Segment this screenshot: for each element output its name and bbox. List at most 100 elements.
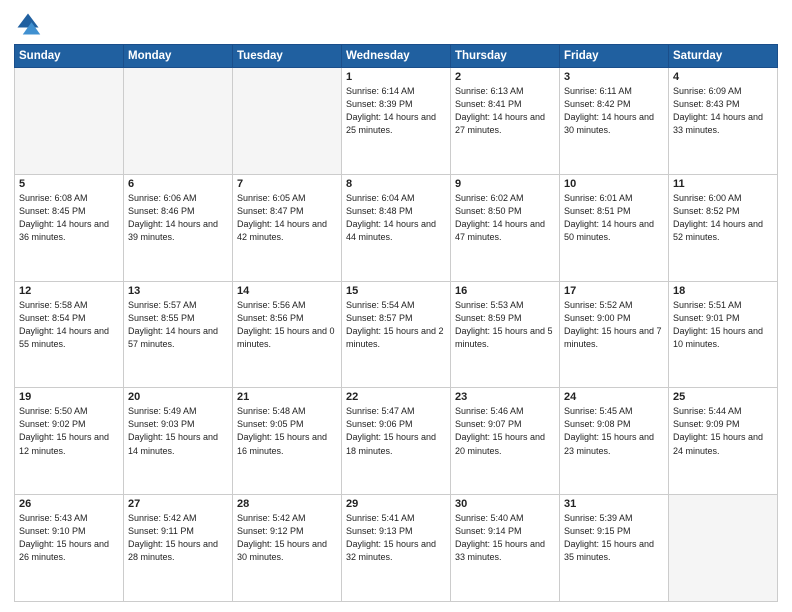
calendar-cell: 2 Sunrise: 6:13 AMSunset: 8:41 PMDaylight… xyxy=(451,68,560,175)
day-info: Sunrise: 6:13 AMSunset: 8:41 PMDaylight:… xyxy=(455,85,555,137)
calendar-cell: 6 Sunrise: 6:06 AMSunset: 8:46 PMDaylight… xyxy=(124,174,233,281)
calendar-cell: 12 Sunrise: 5:58 AMSunset: 8:54 PMDayligh… xyxy=(15,281,124,388)
calendar-cell xyxy=(15,68,124,175)
calendar-week-3: 12 Sunrise: 5:58 AMSunset: 8:54 PMDayligh… xyxy=(15,281,778,388)
calendar-cell: 31 Sunrise: 5:39 AMSunset: 9:15 PMDayligh… xyxy=(560,495,669,602)
calendar-cell: 18 Sunrise: 5:51 AMSunset: 9:01 PMDayligh… xyxy=(669,281,778,388)
day-info: Sunrise: 6:06 AMSunset: 8:46 PMDaylight:… xyxy=(128,192,228,244)
calendar-cell: 5 Sunrise: 6:08 AMSunset: 8:45 PMDaylight… xyxy=(15,174,124,281)
day-info: Sunrise: 5:49 AMSunset: 9:03 PMDaylight:… xyxy=(128,405,228,457)
day-number: 18 xyxy=(673,285,773,297)
day-number: 7 xyxy=(237,178,337,190)
calendar-cell: 14Sunrise: 5:56 AMSunset: 8:56 PMDayligh… xyxy=(233,281,342,388)
day-number: 17 xyxy=(564,285,664,297)
day-info: Sunrise: 5:58 AMSunset: 8:54 PMDaylight:… xyxy=(19,299,119,351)
day-info: Sunrise: 5:53 AMSunset: 8:59 PMDaylight:… xyxy=(455,299,555,351)
day-info: Sunrise: 5:42 AMSunset: 9:11 PMDaylight:… xyxy=(128,512,228,564)
day-number: 5 xyxy=(19,178,119,190)
day-info: Sunrise: 5:40 AMSunset: 9:14 PMDaylight:… xyxy=(455,512,555,564)
day-number: 27 xyxy=(128,498,228,510)
calendar-cell: 29Sunrise: 5:41 AMSunset: 9:13 PMDayligh… xyxy=(342,495,451,602)
day-number: 14 xyxy=(237,285,337,297)
calendar-cell: 7 Sunrise: 6:05 AMSunset: 8:47 PMDaylight… xyxy=(233,174,342,281)
day-info: Sunrise: 5:43 AMSunset: 9:10 PMDaylight:… xyxy=(19,512,119,564)
day-number: 1 xyxy=(346,71,446,83)
day-number: 22 xyxy=(346,391,446,403)
weekday-header-tuesday: Tuesday xyxy=(233,45,342,68)
day-number: 9 xyxy=(455,178,555,190)
calendar-cell: 3 Sunrise: 6:11 AMSunset: 8:42 PMDaylight… xyxy=(560,68,669,175)
weekday-header-thursday: Thursday xyxy=(451,45,560,68)
calendar-table: SundayMondayTuesdayWednesdayThursdayFrid… xyxy=(14,44,778,602)
calendar-cell: 22 Sunrise: 5:47 AMSunset: 9:06 PMDayligh… xyxy=(342,388,451,495)
calendar-cell: 9 Sunrise: 6:02 AMSunset: 8:50 PMDaylight… xyxy=(451,174,560,281)
day-number: 20 xyxy=(128,391,228,403)
day-info: Sunrise: 5:50 AMSunset: 9:02 PMDaylight:… xyxy=(19,405,119,457)
weekday-header-wednesday: Wednesday xyxy=(342,45,451,68)
calendar-cell: 13 Sunrise: 5:57 AMSunset: 8:55 PMDayligh… xyxy=(124,281,233,388)
day-info: Sunrise: 6:14 AMSunset: 8:39 PMDaylight:… xyxy=(346,85,446,137)
day-number: 31 xyxy=(564,498,664,510)
calendar-cell: 4 Sunrise: 6:09 AMSunset: 8:43 PMDaylight… xyxy=(669,68,778,175)
day-number: 4 xyxy=(673,71,773,83)
weekday-header-monday: Monday xyxy=(124,45,233,68)
calendar-cell: 30Sunrise: 5:40 AMSunset: 9:14 PMDayligh… xyxy=(451,495,560,602)
day-info: Sunrise: 5:46 AMSunset: 9:07 PMDaylight:… xyxy=(455,405,555,457)
header xyxy=(14,10,778,38)
calendar-cell: 24 Sunrise: 5:45 AMSunset: 9:08 PMDayligh… xyxy=(560,388,669,495)
day-info: Sunrise: 5:44 AMSunset: 9:09 PMDaylight:… xyxy=(673,405,773,457)
calendar-cell: 26 Sunrise: 5:43 AMSunset: 9:10 PMDayligh… xyxy=(15,495,124,602)
calendar-week-1: 1 Sunrise: 6:14 AMSunset: 8:39 PMDaylight… xyxy=(15,68,778,175)
day-number: 16 xyxy=(455,285,555,297)
day-number: 26 xyxy=(19,498,119,510)
calendar-cell: 16 Sunrise: 5:53 AMSunset: 8:59 PMDayligh… xyxy=(451,281,560,388)
calendar-cell: 28 Sunrise: 5:42 AMSunset: 9:12 PMDayligh… xyxy=(233,495,342,602)
day-number: 8 xyxy=(346,178,446,190)
day-number: 25 xyxy=(673,391,773,403)
day-info: Sunrise: 5:47 AMSunset: 9:06 PMDaylight:… xyxy=(346,405,446,457)
day-info: Sunrise: 6:08 AMSunset: 8:45 PMDaylight:… xyxy=(19,192,119,244)
day-number: 3 xyxy=(564,71,664,83)
day-number: 10 xyxy=(564,178,664,190)
page: SundayMondayTuesdayWednesdayThursdayFrid… xyxy=(0,0,792,612)
day-info: Sunrise: 5:52 AMSunset: 9:00 PMDaylight:… xyxy=(564,299,664,351)
calendar-cell: 21 Sunrise: 5:48 AMSunset: 9:05 PMDayligh… xyxy=(233,388,342,495)
calendar-cell: 1 Sunrise: 6:14 AMSunset: 8:39 PMDaylight… xyxy=(342,68,451,175)
calendar-cell xyxy=(233,68,342,175)
day-info: Sunrise: 5:57 AMSunset: 8:55 PMDaylight:… xyxy=(128,299,228,351)
day-info: Sunrise: 6:11 AMSunset: 8:42 PMDaylight:… xyxy=(564,85,664,137)
calendar-week-5: 26 Sunrise: 5:43 AMSunset: 9:10 PMDayligh… xyxy=(15,495,778,602)
day-info: Sunrise: 6:00 AMSunset: 8:52 PMDaylight:… xyxy=(673,192,773,244)
day-number: 6 xyxy=(128,178,228,190)
day-info: Sunrise: 5:45 AMSunset: 9:08 PMDaylight:… xyxy=(564,405,664,457)
calendar-cell: 19 Sunrise: 5:50 AMSunset: 9:02 PMDayligh… xyxy=(15,388,124,495)
day-number: 12 xyxy=(19,285,119,297)
day-info: Sunrise: 5:51 AMSunset: 9:01 PMDaylight:… xyxy=(673,299,773,351)
calendar-cell xyxy=(124,68,233,175)
day-info: Sunrise: 6:01 AMSunset: 8:51 PMDaylight:… xyxy=(564,192,664,244)
weekday-header-friday: Friday xyxy=(560,45,669,68)
day-info: Sunrise: 5:48 AMSunset: 9:05 PMDaylight:… xyxy=(237,405,337,457)
calendar-week-2: 5 Sunrise: 6:08 AMSunset: 8:45 PMDaylight… xyxy=(15,174,778,281)
day-info: Sunrise: 5:39 AMSunset: 9:15 PMDaylight:… xyxy=(564,512,664,564)
calendar-cell xyxy=(669,495,778,602)
day-number: 28 xyxy=(237,498,337,510)
day-info: Sunrise: 5:54 AMSunset: 8:57 PMDaylight:… xyxy=(346,299,446,351)
calendar-cell: 17 Sunrise: 5:52 AMSunset: 9:00 PMDayligh… xyxy=(560,281,669,388)
day-number: 21 xyxy=(237,391,337,403)
calendar-cell: 15Sunrise: 5:54 AMSunset: 8:57 PMDayligh… xyxy=(342,281,451,388)
day-number: 19 xyxy=(19,391,119,403)
day-number: 24 xyxy=(564,391,664,403)
day-number: 2 xyxy=(455,71,555,83)
calendar-cell: 11Sunrise: 6:00 AMSunset: 8:52 PMDayligh… xyxy=(669,174,778,281)
day-info: Sunrise: 5:42 AMSunset: 9:12 PMDaylight:… xyxy=(237,512,337,564)
logo xyxy=(14,10,46,38)
day-info: Sunrise: 6:09 AMSunset: 8:43 PMDaylight:… xyxy=(673,85,773,137)
calendar-week-4: 19 Sunrise: 5:50 AMSunset: 9:02 PMDayligh… xyxy=(15,388,778,495)
day-number: 29 xyxy=(346,498,446,510)
day-number: 13 xyxy=(128,285,228,297)
calendar-cell: 27 Sunrise: 5:42 AMSunset: 9:11 PMDayligh… xyxy=(124,495,233,602)
day-info: Sunrise: 6:02 AMSunset: 8:50 PMDaylight:… xyxy=(455,192,555,244)
day-info: Sunrise: 6:05 AMSunset: 8:47 PMDaylight:… xyxy=(237,192,337,244)
calendar-cell: 10 Sunrise: 6:01 AMSunset: 8:51 PMDayligh… xyxy=(560,174,669,281)
